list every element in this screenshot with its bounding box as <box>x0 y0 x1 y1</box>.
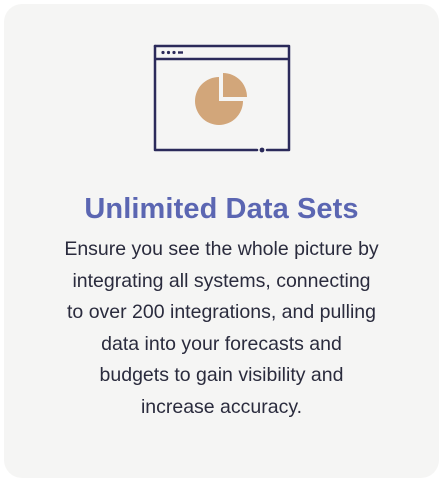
description-line: Ensure you see the whole picture by <box>64 238 379 260</box>
description-line: increase accuracy. <box>140 395 303 418</box>
feature-card: Unlimited Data Sets Ensure you see the w… <box>4 4 439 478</box>
description-line: integrating all systems, connecting <box>72 269 371 292</box>
card-title: Unlimited Data Sets <box>84 193 359 225</box>
description-line: data into your forecasts and <box>101 332 342 355</box>
browser-window-pie-chart-icon <box>153 44 293 156</box>
description-line: budgets to gain visibility and <box>99 364 344 386</box>
description-line: to over 200 integrations, and pulling <box>67 301 376 323</box>
card-description: Ensure you see the whole picture by inte… <box>34 234 409 423</box>
